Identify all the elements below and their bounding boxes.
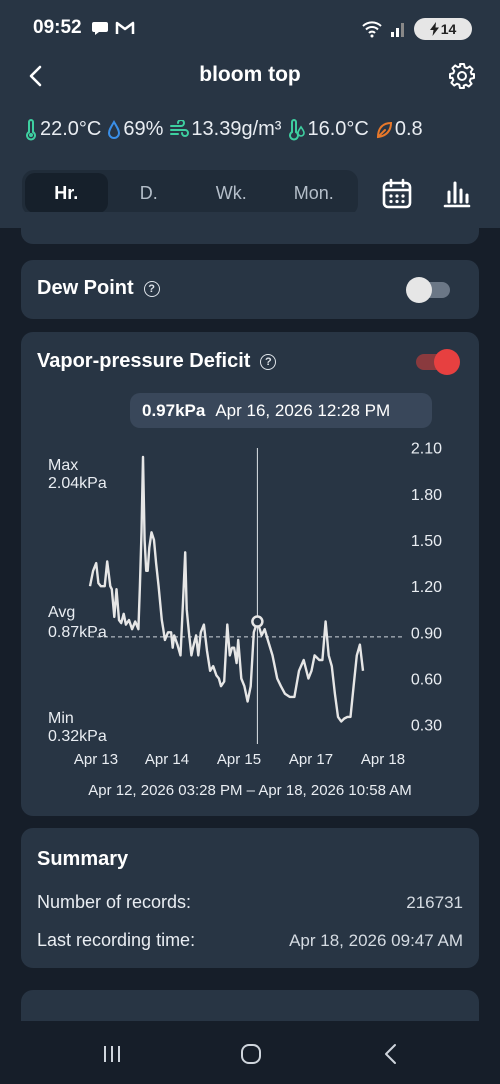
- leaf-icon: [376, 121, 392, 138]
- dew-point-title: Dew Point: [37, 277, 134, 299]
- tooltip-time: Apr 16, 2026 12:28 PM: [215, 400, 391, 420]
- settings-button[interactable]: [446, 60, 478, 92]
- battery-charging-icon: [429, 22, 439, 36]
- chart-date-range: Apr 12, 2026 03:28 PM – Apr 18, 2026 10:…: [88, 782, 412, 799]
- y-tick-label: 0.90: [411, 625, 442, 642]
- y-tick-label: 1.20: [411, 579, 442, 596]
- cursor-point: [251, 615, 264, 628]
- status-time: 09:52: [33, 17, 82, 38]
- max-value: 2.04kPa: [48, 475, 107, 492]
- y-tick-label: 2.10: [411, 441, 442, 458]
- home-icon: [241, 1044, 261, 1064]
- tab-week[interactable]: Wk.: [190, 173, 273, 213]
- thermometer-icon: [26, 118, 36, 140]
- bar-chart-button[interactable]: [441, 178, 473, 210]
- dew-point-card: Dew Point ?: [21, 260, 479, 319]
- gear-icon: [449, 63, 475, 89]
- records-label: Number of records:: [37, 892, 192, 912]
- x-tick-label: Apr 18: [361, 751, 405, 768]
- metric-temperature: 22.0°C: [24, 118, 101, 141]
- metric-vpd: 0.8: [375, 118, 423, 141]
- calendar-button[interactable]: [380, 178, 414, 210]
- records-value: 216731: [406, 892, 463, 912]
- help-icon[interactable]: ?: [143, 280, 160, 297]
- metric-dew-point-value: 16.0°C: [307, 118, 369, 140]
- tooltip-value: 0.97kPa: [142, 400, 206, 420]
- metric-humidity: 69%: [107, 118, 163, 141]
- system-nav-bar: [0, 1021, 500, 1084]
- min-value: 0.32kPa: [48, 728, 107, 745]
- previous-card: [21, 212, 479, 244]
- back-icon: [385, 1044, 396, 1064]
- toggle-knob: [406, 277, 432, 303]
- vpd-series-line: [88, 455, 365, 723]
- bar-chart-icon: [443, 181, 471, 208]
- metrics-row: 22.0°C 69% 13.39g/m³ 16.0°C 0.8: [24, 118, 429, 141]
- avg-value: 0.87kPa: [48, 624, 107, 641]
- tab-hour[interactable]: Hr.: [25, 173, 108, 213]
- y-tick-label: 1.80: [411, 487, 442, 504]
- tab-day[interactable]: D.: [108, 173, 191, 213]
- vpd-toggle[interactable]: [416, 349, 460, 375]
- status-bar: 09:52 14: [0, 0, 500, 58]
- toggle-knob: [434, 349, 460, 375]
- metric-absolute-humidity: 13.39g/m³: [169, 118, 281, 141]
- dew-point-toggle[interactable]: [406, 277, 450, 303]
- summary-card: Summary Number of records: 216731 Last r…: [21, 828, 479, 968]
- battery-level: 14: [440, 21, 457, 37]
- avg-label: Avg: [48, 604, 75, 621]
- battery-indicator: 14: [414, 18, 472, 40]
- page-title: bloom top: [199, 63, 301, 86]
- x-tick-label: Apr 15: [217, 751, 261, 768]
- metric-absolute-humidity-value: 13.39g/m³: [191, 118, 282, 140]
- tab-month[interactable]: Mon.: [273, 173, 356, 213]
- wifi-icon: [362, 21, 382, 38]
- recent-apps-button[interactable]: [97, 1039, 127, 1069]
- vpd-chart[interactable]: 2.10 1.80 1.50 1.20 0.90 0.60 0.30 Max2.04kPa Av…: [40, 440, 460, 770]
- recent-apps-icon: [104, 1046, 120, 1062]
- app-header: bloom top: [0, 56, 500, 96]
- period-tabs: Hr. D. Wk. Mon.: [22, 170, 358, 216]
- water-drop-icon: [108, 119, 121, 139]
- y-tick-label: 1.50: [411, 533, 442, 550]
- gmail-icon: [115, 21, 135, 34]
- metric-vpd-value: 0.8: [394, 118, 423, 140]
- x-tick-label: Apr 14: [145, 751, 189, 768]
- y-tick-label: 0.60: [411, 671, 442, 688]
- signal-icon: [391, 23, 404, 37]
- message-icon: [92, 22, 108, 35]
- min-label: Min: [48, 710, 74, 727]
- summary-row-last-time: Last recording time: Apr 18, 2026 09:47 …: [37, 930, 463, 951]
- vpd-title-row: Vapor-pressure Deficit ?: [37, 350, 277, 373]
- vpd-title: Vapor-pressure Deficit: [37, 350, 251, 372]
- summary-row-records: Number of records: 216731: [37, 892, 463, 913]
- help-icon[interactable]: ?: [260, 353, 277, 370]
- system-back-button[interactable]: [376, 1039, 406, 1069]
- x-tick-label: Apr 17: [289, 751, 333, 768]
- metric-humidity-value: 69%: [123, 118, 164, 140]
- y-tick-label: 0.30: [411, 718, 442, 735]
- last-time-label: Last recording time:: [37, 930, 196, 950]
- x-tick-label: Apr 13: [74, 751, 118, 768]
- metric-temperature-value: 22.0°C: [40, 118, 102, 140]
- metric-dew-point: 16.0°C: [287, 118, 369, 141]
- chart-tooltip: 0.97kPa Apr 16, 2026 12:28 PM: [130, 393, 432, 428]
- dew-point-icon: [289, 118, 306, 140]
- summary-title: Summary: [37, 848, 129, 870]
- dew-point-title-row: Dew Point ?: [37, 277, 160, 300]
- wind-icon: [170, 119, 190, 137]
- max-label: Max: [48, 457, 78, 474]
- last-time-value: Apr 18, 2026 09:47 AM: [289, 930, 463, 950]
- calendar-icon: [382, 178, 412, 209]
- home-button[interactable]: [236, 1039, 266, 1069]
